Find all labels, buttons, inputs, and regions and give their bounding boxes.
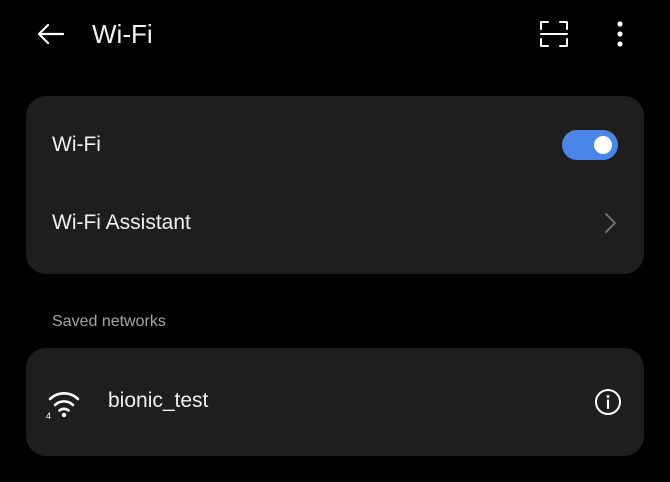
chevron-right-icon	[605, 213, 616, 233]
scan-button[interactable]	[534, 16, 574, 52]
wifi-assistant-row[interactable]: Wi-Fi Assistant	[26, 192, 644, 254]
page-title: Wi-Fi	[92, 19, 153, 49]
saved-network-item[interactable]: 4 bionic_test	[26, 348, 644, 456]
network-info-button[interactable]	[592, 386, 624, 418]
saved-networks-header: Saved networks	[52, 313, 166, 330]
info-icon	[595, 389, 621, 415]
top-app-bar: Wi-Fi	[0, 0, 670, 70]
toggle-knob	[594, 136, 612, 154]
wifi-label: Wi-Fi	[52, 133, 101, 156]
arrow-left-icon	[37, 23, 65, 45]
more-vertical-icon	[617, 21, 623, 47]
wifi-settings-card: Wi-Fi Wi-Fi Assistant	[26, 96, 644, 274]
wifi-toggle-switch[interactable]	[562, 130, 618, 160]
wifi-4-icon: 4	[46, 392, 80, 420]
svg-text:4: 4	[46, 411, 51, 420]
wifi-toggle-row[interactable]: Wi-Fi	[26, 114, 644, 176]
wifi-assistant-label: Wi-Fi Assistant	[52, 211, 191, 234]
network-name: bionic_test	[108, 389, 209, 412]
back-button[interactable]	[30, 16, 70, 52]
more-options-button[interactable]	[600, 16, 640, 52]
scan-qr-icon	[540, 21, 568, 47]
saved-networks-card: 4 bionic_test	[26, 348, 644, 456]
